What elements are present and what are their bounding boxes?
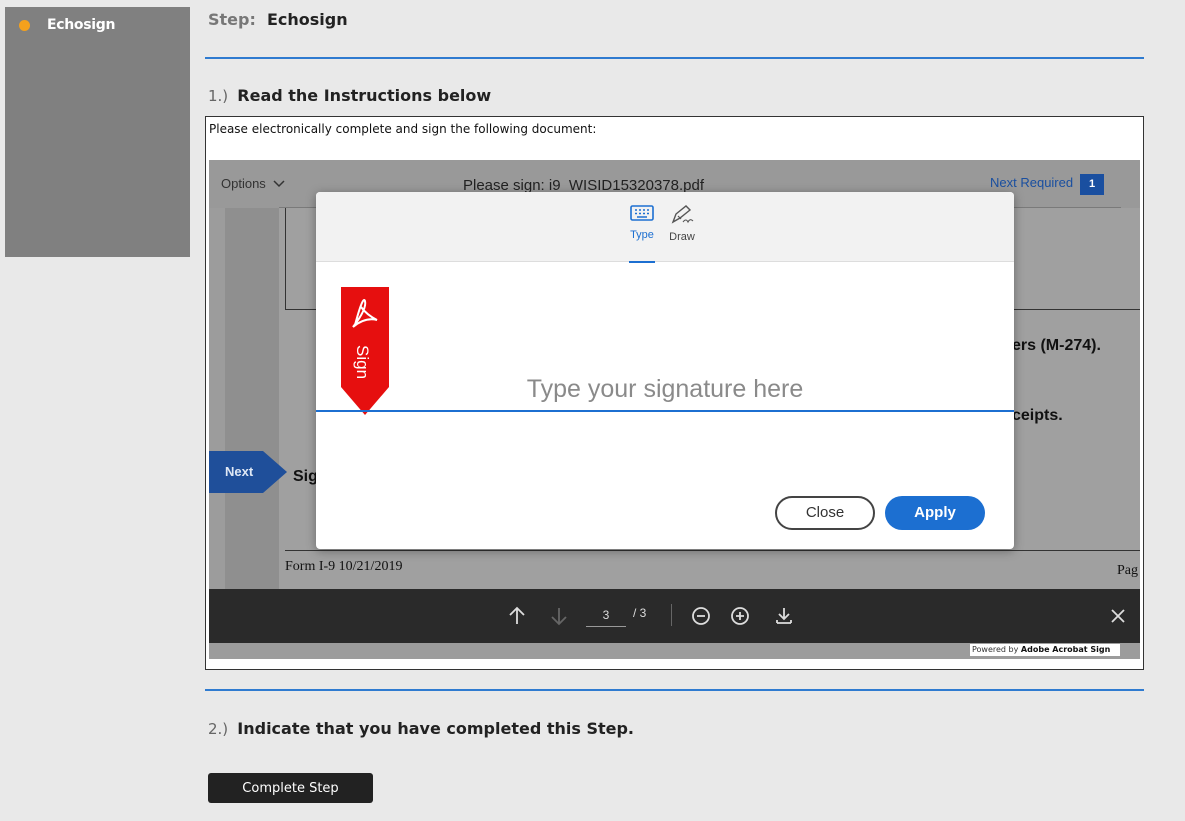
arrow-up-icon[interactable] bbox=[505, 604, 529, 628]
page-number-input[interactable]: 3 bbox=[586, 603, 626, 627]
form-footer-label: Form I-9 10/21/2019 bbox=[285, 559, 403, 574]
sidebar-item-echosign[interactable]: Echosign bbox=[5, 16, 115, 34]
sidebar: Echosign bbox=[5, 7, 190, 257]
powered-brand: Adobe Acrobat Sign bbox=[1020, 645, 1111, 654]
page-footer-label: Pag bbox=[1117, 563, 1138, 578]
tab-draw[interactable]: Draw bbox=[667, 204, 697, 243]
active-tab-indicator bbox=[629, 261, 655, 263]
tab-type[interactable]: Type bbox=[629, 204, 655, 263]
close-button[interactable]: Close bbox=[775, 496, 875, 530]
divider bbox=[285, 550, 1140, 551]
required-count-badge: 1 bbox=[1080, 174, 1104, 195]
apply-button[interactable]: Apply bbox=[885, 496, 985, 530]
complete-step-button[interactable]: Complete Step bbox=[208, 773, 373, 803]
tab-draw-label: Draw bbox=[669, 231, 695, 243]
step-header: Step: Echosign bbox=[208, 10, 348, 29]
zoom-in-icon[interactable] bbox=[728, 604, 752, 628]
instruction-number: 1.) bbox=[208, 87, 229, 105]
viewer-bottom-bar: 3 / 3 bbox=[209, 589, 1140, 643]
divider bbox=[671, 604, 672, 626]
instruction-text: Indicate that you have completed this St… bbox=[237, 719, 635, 738]
page-text: Sig bbox=[293, 468, 318, 485]
next-required-link[interactable]: Next Required bbox=[990, 175, 1073, 190]
step-name: Echosign bbox=[266, 10, 348, 29]
divider bbox=[205, 689, 1144, 691]
signature-mode-tabs: Type Draw bbox=[316, 192, 1014, 263]
pen-draw-icon bbox=[671, 205, 694, 224]
tab-type-label: Type bbox=[630, 229, 654, 241]
powered-by: Powered by Adobe Acrobat Sign bbox=[970, 644, 1120, 656]
chevron-down-icon bbox=[273, 180, 285, 188]
next-label: Next bbox=[225, 464, 254, 479]
page-gutter bbox=[225, 208, 279, 589]
page-total: / 3 bbox=[633, 606, 647, 620]
instruction-1: 1.) Read the Instructions below bbox=[208, 86, 491, 105]
step-prefix: Step: bbox=[208, 10, 256, 29]
document-note: Please electronically complete and sign … bbox=[209, 122, 597, 136]
keyboard-icon bbox=[630, 205, 654, 221]
next-field-button[interactable]: Next bbox=[209, 451, 287, 493]
page-text: ceipts. bbox=[1012, 407, 1063, 424]
close-icon[interactable] bbox=[1106, 604, 1130, 628]
instruction-number: 2.) bbox=[208, 720, 229, 738]
divider bbox=[205, 57, 1144, 59]
signature-input[interactable] bbox=[316, 368, 1014, 412]
page-text: ers (M-274). bbox=[1012, 337, 1101, 354]
powered-prefix: Powered by bbox=[972, 645, 1021, 654]
download-icon[interactable] bbox=[772, 604, 796, 628]
options-label: Options bbox=[221, 176, 266, 191]
instruction-2: 2.) Indicate that you have completed thi… bbox=[208, 719, 634, 738]
arrow-down-icon[interactable] bbox=[547, 604, 571, 628]
signature-dialog: Type Draw Sign Close Apply bbox=[316, 192, 1014, 549]
sidebar-item-label: Echosign bbox=[47, 17, 116, 33]
zoom-out-icon[interactable] bbox=[689, 604, 713, 628]
status-dot-icon bbox=[19, 19, 30, 31]
options-dropdown[interactable]: Options bbox=[221, 176, 285, 191]
instruction-text: Read the Instructions below bbox=[237, 86, 492, 105]
